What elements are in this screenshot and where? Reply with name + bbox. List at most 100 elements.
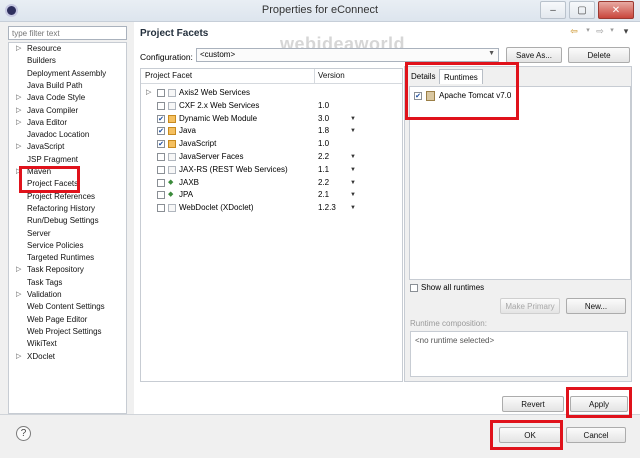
nav-item[interactable]: Builders [27, 55, 56, 67]
nav-item[interactable]: XDoclet [27, 351, 55, 363]
nav-item[interactable]: Web Content Settings [27, 301, 105, 313]
facet-checkbox[interactable] [157, 101, 165, 110]
nav-item[interactable]: Run/Debug Settings [27, 215, 99, 227]
chevron-down-icon: ▼ [488, 50, 495, 57]
expand-icon[interactable]: ▷ [16, 264, 21, 276]
facet-version[interactable]: 1.0 [318, 100, 329, 112]
nav-item[interactable]: JSP Fragment [27, 154, 78, 166]
nav-item[interactable]: JavaScript [27, 141, 64, 153]
cancel-button[interactable]: Cancel [566, 427, 626, 443]
facet-version[interactable]: 3.0 [318, 113, 329, 125]
chevron-down-icon[interactable]: ▼ [350, 164, 356, 176]
facet-row[interactable]: JAX-RS (REST Web Services) 1.1 ▼ [141, 164, 402, 176]
show-all-runtimes-checkbox[interactable] [410, 284, 418, 292]
facet-name: Java [179, 126, 196, 136]
facet-icon [168, 204, 176, 213]
save-as-button[interactable]: Save As... [506, 47, 562, 63]
configuration-select[interactable]: <custom> ▼ [196, 48, 499, 62]
facet-version[interactable]: 1.0 [318, 138, 329, 150]
close-button[interactable]: ✕ [598, 1, 634, 19]
expand-icon[interactable]: ▷ [16, 117, 21, 129]
expand-icon[interactable]: ▷ [16, 289, 21, 301]
make-primary-button[interactable]: Make Primary [500, 298, 560, 314]
facet-row[interactable]: ◆ JPA 2.1 ▼ [141, 189, 402, 201]
facet-checkbox[interactable]: ✔ [157, 140, 165, 149]
facet-version[interactable]: 1.8 [318, 125, 329, 137]
delete-button[interactable]: Delete [568, 47, 630, 63]
facet-row[interactable]: ✔ JavaScript 1.0 [141, 138, 402, 150]
facet-checkbox[interactable] [157, 165, 165, 174]
expand-icon[interactable]: ▷ [16, 141, 21, 153]
filter-input[interactable] [8, 26, 127, 40]
nav-item[interactable]: Java Editor [27, 117, 67, 129]
facet-row[interactable]: WebDoclet (XDoclet) 1.2.3 ▼ [141, 202, 402, 214]
chevron-down-icon[interactable]: ▼ [350, 151, 356, 163]
nav-item[interactable]: Service Policies [27, 240, 83, 252]
column-header-version[interactable]: Version [318, 71, 345, 80]
expand-icon[interactable]: ▷ [146, 87, 151, 99]
facet-version[interactable]: 2.1 [318, 189, 329, 201]
nav-item[interactable]: Java Compiler [27, 105, 78, 117]
highlight-ok [490, 420, 563, 450]
nav-item[interactable]: Task Tags [27, 277, 62, 289]
facet-icon [168, 165, 176, 174]
facet-version[interactable]: 1.2.3 [318, 202, 336, 214]
facet-row[interactable]: ✔ Java 1.8 ▼ [141, 125, 402, 137]
facet-row[interactable]: ▷ Axis2 Web Services [141, 87, 402, 99]
window-controls: – ▢ ✕ [540, 1, 634, 19]
expand-icon[interactable]: ▷ [16, 43, 21, 55]
chevron-down-icon[interactable]: ▼ [350, 125, 356, 137]
nav-item[interactable]: Server [27, 228, 51, 240]
column-divider[interactable] [314, 69, 315, 84]
facet-checkbox[interactable] [157, 153, 165, 161]
nav-item[interactable]: Javadoc Location [27, 129, 89, 141]
chevron-down-icon[interactable]: ▼ [350, 202, 356, 214]
chevron-down-icon[interactable]: ▼ [350, 113, 356, 125]
configuration-label: Configuration: [140, 52, 193, 62]
nav-item[interactable]: Web Page Editor [27, 314, 87, 326]
show-all-runtimes-label: Show all runtimes [421, 283, 485, 292]
help-icon[interactable]: ? [16, 426, 31, 441]
facet-row[interactable]: ✔ Dynamic Web Module 3.0 ▼ [141, 113, 402, 125]
nav-item[interactable]: Java Code Style [27, 92, 85, 104]
facet-checkbox[interactable]: ✔ [157, 127, 165, 136]
facet-row[interactable]: JavaServer Faces 2.2 ▼ [141, 151, 402, 163]
facet-checkbox[interactable] [157, 191, 165, 200]
chevron-down-icon[interactable]: ▼ [350, 189, 356, 201]
facet-version[interactable]: 2.2 [318, 151, 329, 163]
nav-item[interactable]: Targeted Runtimes [27, 252, 94, 264]
facet-version[interactable]: 1.1 [318, 164, 329, 176]
new-runtime-button[interactable]: New... [566, 298, 626, 314]
facet-icon [168, 153, 176, 161]
facet-checkbox[interactable]: ✔ [157, 114, 165, 123]
facet-name: JavaServer Faces [179, 152, 244, 161]
nav-item[interactable]: Java Build Path [27, 80, 83, 92]
facet-name: JAX-RS (REST Web Services) [179, 164, 288, 174]
runtime-composition-label: Runtime composition: [410, 319, 487, 328]
facet-checkbox[interactable] [157, 204, 165, 213]
nav-item[interactable]: Task Repository [27, 264, 84, 276]
column-header-facet[interactable]: Project Facet [145, 71, 192, 80]
nav-item[interactable]: Validation [27, 289, 62, 301]
facet-checkbox[interactable] [157, 178, 165, 187]
expand-icon[interactable]: ▷ [16, 351, 21, 363]
view-menu-icon[interactable]: ▾ [618, 26, 634, 38]
revert-button[interactable]: Revert [502, 396, 564, 412]
facet-icon [168, 114, 176, 123]
facet-checkbox[interactable] [157, 89, 165, 97]
expand-icon[interactable]: ▷ [16, 105, 21, 117]
facet-version[interactable]: 2.2 [318, 177, 329, 189]
nav-item[interactable]: Refactoring History [27, 203, 95, 215]
minimize-button[interactable]: – [540, 1, 566, 19]
chevron-down-icon[interactable]: ▼ [350, 177, 356, 189]
facet-name: Axis2 Web Services [179, 88, 250, 97]
facet-row[interactable]: CXF 2.x Web Services 1.0 [141, 100, 402, 112]
facet-row[interactable]: ◆ JAXB 2.2 ▼ [141, 177, 402, 189]
expand-icon[interactable]: ▷ [16, 92, 21, 104]
facet-icon [168, 127, 176, 136]
nav-item[interactable]: WikiText [27, 338, 57, 350]
nav-item[interactable]: Web Project Settings [27, 326, 102, 338]
maximize-button[interactable]: ▢ [569, 1, 595, 19]
nav-item[interactable]: Deployment Assembly [27, 68, 106, 80]
nav-item[interactable]: Resource [27, 43, 61, 55]
